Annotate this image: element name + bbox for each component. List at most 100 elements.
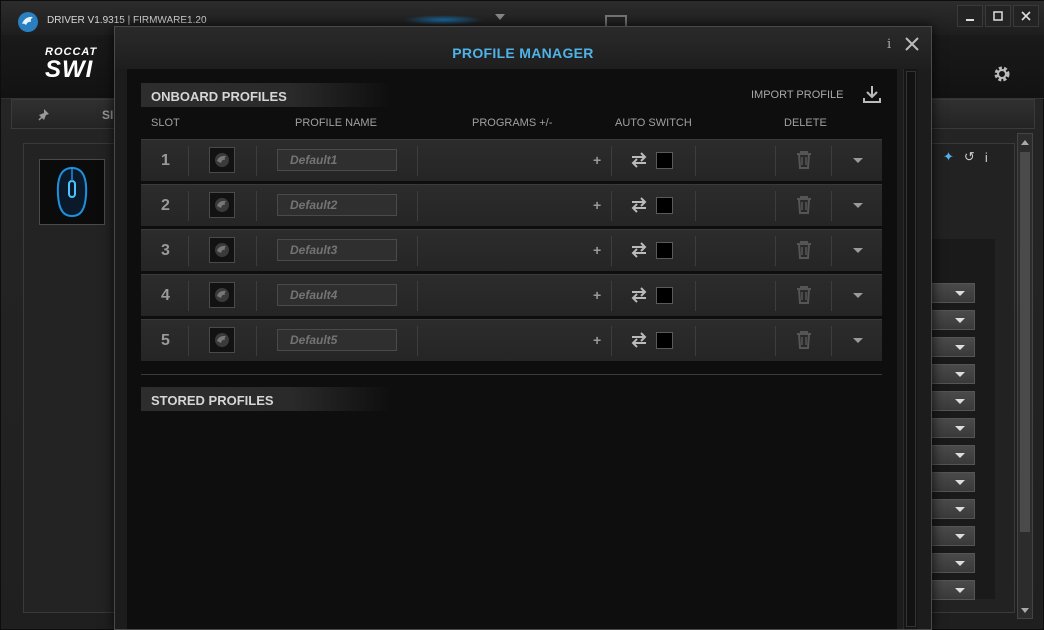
gear-icon[interactable]: [991, 63, 1013, 85]
profile-icon[interactable]: [209, 147, 235, 173]
roccat-logo-icon: [215, 288, 229, 302]
profile-icon[interactable]: [209, 327, 235, 353]
dropdown[interactable]: [931, 553, 975, 573]
import-profile-button[interactable]: IMPORT PROFILE: [751, 89, 844, 101]
slot-number: 3: [161, 242, 170, 259]
close-window-button[interactable]: [1013, 5, 1039, 27]
mouse-image: [39, 159, 105, 225]
add-program-button[interactable]: +: [593, 242, 601, 258]
close-icon[interactable]: [903, 35, 921, 53]
profile-icon[interactable]: [209, 282, 235, 308]
separator: [188, 191, 189, 221]
separator: [256, 191, 257, 221]
tab-settings[interactable]: SI: [102, 108, 113, 122]
profile-icon[interactable]: [209, 237, 235, 263]
separator: [611, 236, 612, 266]
dialog-scrollbar[interactable]: [903, 69, 917, 629]
add-program-button[interactable]: +: [593, 197, 601, 213]
roccat-logo-icon: [215, 153, 229, 167]
device-dropdown-icon[interactable]: [495, 14, 505, 20]
dropdown[interactable]: [931, 283, 975, 303]
chevron-down-icon[interactable]: [853, 203, 863, 208]
swap-icon: [631, 152, 647, 168]
roccat-logo-icon: [215, 198, 229, 212]
onboard-profiles-title: ONBOARD PROFILES: [141, 83, 391, 107]
info-icon[interactable]: i: [887, 37, 891, 52]
slot-number: 2: [161, 197, 170, 214]
slot-number: 5: [161, 332, 170, 349]
profile-name-input[interactable]: Default5: [277, 329, 397, 351]
dialog-body: ONBOARD PROFILES IMPORT PROFILE SLOT PRO…: [127, 69, 897, 629]
dropdown[interactable]: [931, 310, 975, 330]
separator: [611, 146, 612, 176]
separator: [188, 281, 189, 311]
separator: [831, 236, 832, 266]
dropdown[interactable]: [931, 499, 975, 519]
right-scrollbar[interactable]: [1017, 133, 1033, 619]
separator: [417, 236, 418, 266]
separator: [775, 146, 776, 176]
right-panel-icons: ✦ ↺ i: [943, 149, 988, 165]
dropdown[interactable]: [931, 526, 975, 546]
dropdown[interactable]: [931, 445, 975, 465]
auto-switch-checkbox[interactable]: [656, 332, 673, 349]
separator: [417, 191, 418, 221]
pin-icon[interactable]: ✦: [943, 149, 954, 165]
profile-row: 4 Default4 +: [141, 274, 882, 316]
profile-manager-dialog: PROFILE MANAGER i ONBOARD PROFILES IMPOR…: [114, 26, 932, 630]
slot-number: 4: [161, 287, 170, 304]
dropdown[interactable]: [931, 580, 975, 600]
dropdown[interactable]: [931, 337, 975, 357]
scroll-down-icon[interactable]: [1021, 608, 1029, 613]
window-controls: [957, 5, 1039, 27]
profile-icon[interactable]: [209, 192, 235, 218]
dropdown[interactable]: [931, 418, 975, 438]
auto-switch-checkbox[interactable]: [656, 197, 673, 214]
profile-name-input[interactable]: Default3: [277, 239, 397, 261]
brand-bottom: SWI: [45, 56, 94, 83]
chevron-down-icon[interactable]: [853, 293, 863, 298]
add-program-button[interactable]: +: [593, 152, 601, 168]
info-icon[interactable]: i: [985, 150, 988, 165]
auto-switch-checkbox[interactable]: [656, 152, 673, 169]
profile-name-input[interactable]: Default1: [277, 149, 397, 171]
profile-name-input[interactable]: Default4: [277, 284, 397, 306]
swap-icon: [631, 242, 647, 258]
column-programs: PROGRAMS +/-: [472, 117, 553, 129]
chevron-down-icon[interactable]: [853, 248, 863, 253]
stored-profiles-title: STORED PROFILES: [141, 387, 391, 411]
pin-icon[interactable]: [36, 107, 52, 123]
scroll-thumb[interactable]: [906, 71, 916, 627]
trash-icon[interactable]: [795, 285, 813, 305]
profile-row: 3 Default3 +: [141, 229, 882, 271]
add-program-button[interactable]: +: [593, 332, 601, 348]
separator: [775, 236, 776, 266]
dropdown[interactable]: [931, 472, 975, 492]
separator: [256, 281, 257, 311]
trash-icon[interactable]: [795, 330, 813, 350]
scroll-up-icon[interactable]: [1021, 140, 1029, 145]
undo-icon[interactable]: ↺: [964, 149, 975, 165]
auto-switch-checkbox[interactable]: [656, 287, 673, 304]
separator: [188, 146, 189, 176]
separator: [188, 236, 189, 266]
add-program-button[interactable]: +: [593, 287, 601, 303]
maximize-button[interactable]: [985, 5, 1011, 27]
separator: [417, 281, 418, 311]
dropdown[interactable]: [931, 364, 975, 384]
profile-row: 2 Default2 +: [141, 184, 882, 226]
trash-icon[interactable]: [795, 150, 813, 170]
scroll-thumb[interactable]: [1020, 152, 1030, 532]
auto-switch-checkbox[interactable]: [656, 242, 673, 259]
trash-icon[interactable]: [795, 240, 813, 260]
download-icon[interactable]: [861, 83, 883, 105]
column-auto-switch: AUTO SWITCH: [615, 117, 692, 129]
chevron-down-icon[interactable]: [853, 158, 863, 163]
minimize-button[interactable]: [957, 5, 983, 27]
dropdown[interactable]: [931, 391, 975, 411]
chevron-down-icon[interactable]: [853, 338, 863, 343]
profile-name-input[interactable]: Default2: [277, 194, 397, 216]
separator: [256, 236, 257, 266]
dialog-title: PROFILE MANAGER: [452, 45, 594, 61]
trash-icon[interactable]: [795, 195, 813, 215]
